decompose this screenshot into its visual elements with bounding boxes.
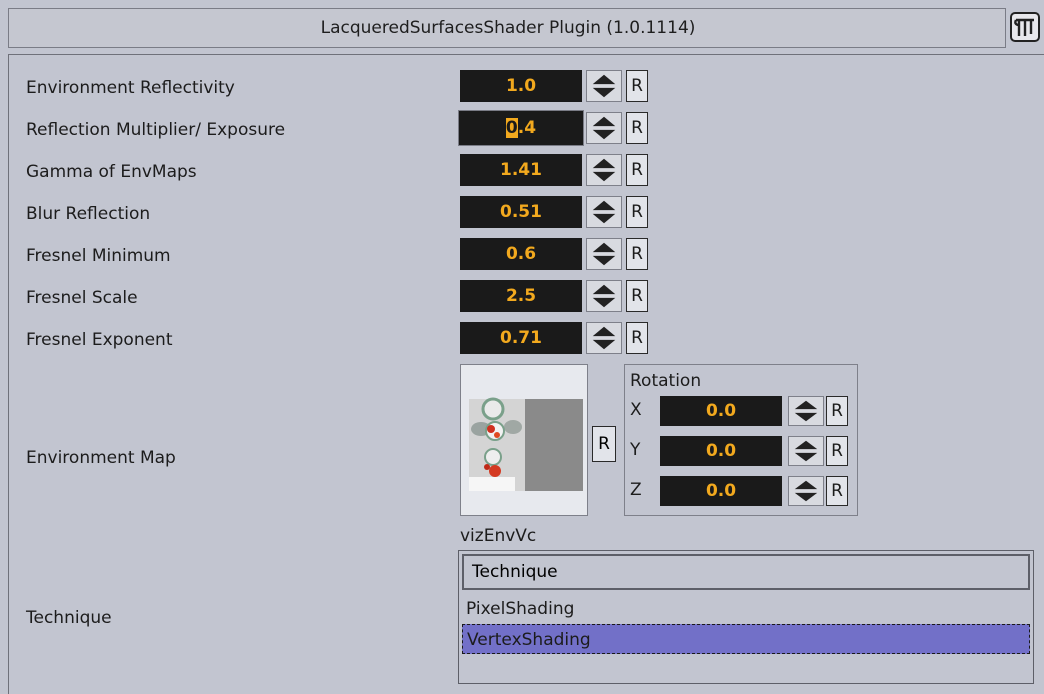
envmap-preview-image: [461, 365, 587, 515]
reflection-multiplier-label: Reflection Multiplier/ Exposure: [26, 120, 286, 140]
fresnel-scale-label: Fresnel Scale: [26, 288, 138, 308]
title-bar: LacqueredSurfacesShader Plugin (1.0.1114…: [8, 8, 1006, 48]
blur-reflection-spinner[interactable]: [586, 196, 622, 228]
fresnel-minimum-spinner[interactable]: [586, 238, 622, 270]
gamma-envmaps-label: Gamma of EnvMaps: [26, 162, 197, 182]
env-reflectivity-reset-button[interactable]: R: [626, 70, 648, 102]
reflection-multiplier-spinner[interactable]: [586, 112, 622, 144]
rotation-z-spinner[interactable]: [788, 476, 824, 506]
window-title: LacqueredSurfacesShader Plugin (1.0.1114…: [320, 18, 696, 38]
environment-map-thumbnail[interactable]: [460, 364, 588, 516]
fresnel-minimum-reset-button[interactable]: R: [626, 238, 648, 270]
rotation-y-reset-button[interactable]: R: [826, 436, 848, 466]
technique-list-header: Technique: [462, 554, 1030, 590]
gamma-envmaps-spinner[interactable]: [586, 154, 622, 186]
env-reflectivity-label: Environment Reflectivity: [26, 78, 235, 98]
env-reflectivity-field[interactable]: 1.0: [460, 70, 582, 102]
technique-option-vertexshading[interactable]: VertexShading: [462, 624, 1030, 654]
environment-map-reset-button[interactable]: R: [592, 426, 616, 462]
blur-reflection-reset-button[interactable]: R: [626, 196, 648, 228]
fresnel-exponent-reset-button[interactable]: R: [626, 322, 648, 354]
fresnel-scale-field[interactable]: 2.5: [460, 280, 582, 312]
technique-label: Technique: [26, 608, 112, 628]
env-reflectivity-spinner[interactable]: [586, 70, 622, 102]
selected-text: 0: [505, 118, 518, 138]
rotation-title: Rotation: [630, 371, 702, 391]
rotation-x-label: X: [630, 400, 642, 420]
reflection-multiplier-field[interactable]: 0.4: [458, 110, 584, 146]
fresnel-exponent-spinner[interactable]: [586, 322, 622, 354]
fresnel-minimum-field[interactable]: 0.6: [460, 238, 582, 270]
fresnel-exponent-label: Fresnel Exponent: [26, 330, 173, 350]
rotation-y-spinner[interactable]: [788, 436, 824, 466]
rotation-y-label: Y: [630, 440, 641, 460]
fresnel-minimum-label: Fresnel Minimum: [26, 246, 171, 266]
fresnel-scale-spinner[interactable]: [586, 280, 622, 312]
fresnel-exponent-field[interactable]: 0.71: [460, 322, 582, 354]
environment-map-label: Environment Map: [26, 448, 176, 468]
rotation-y-field[interactable]: 0.0: [660, 436, 782, 466]
rotation-z-field[interactable]: 0.0: [660, 476, 782, 506]
rotation-x-field[interactable]: 0.0: [660, 396, 782, 426]
blur-reflection-label: Blur Reflection: [26, 204, 151, 224]
value-rest: .4: [517, 118, 537, 138]
reflection-multiplier-reset-button[interactable]: R: [626, 112, 648, 144]
blur-reflection-field[interactable]: 0.51: [460, 196, 582, 228]
rotation-z-label: Z: [630, 480, 642, 500]
fresnel-scale-reset-button[interactable]: R: [626, 280, 648, 312]
plugin-window: LacqueredSurfacesShader Plugin (1.0.1114…: [0, 0, 1044, 694]
gamma-envmaps-field[interactable]: 1.41: [460, 154, 582, 186]
rotation-x-reset-button[interactable]: R: [826, 396, 848, 426]
gamma-envmaps-reset-button[interactable]: R: [626, 154, 648, 186]
rotation-x-spinner[interactable]: [788, 396, 824, 426]
rotation-z-reset-button[interactable]: R: [826, 476, 848, 506]
environment-map-name: vizEnvVc: [460, 526, 537, 546]
plugin-icon[interactable]: [1010, 12, 1040, 42]
technique-option-pixelshading[interactable]: PixelShading: [462, 594, 1030, 624]
